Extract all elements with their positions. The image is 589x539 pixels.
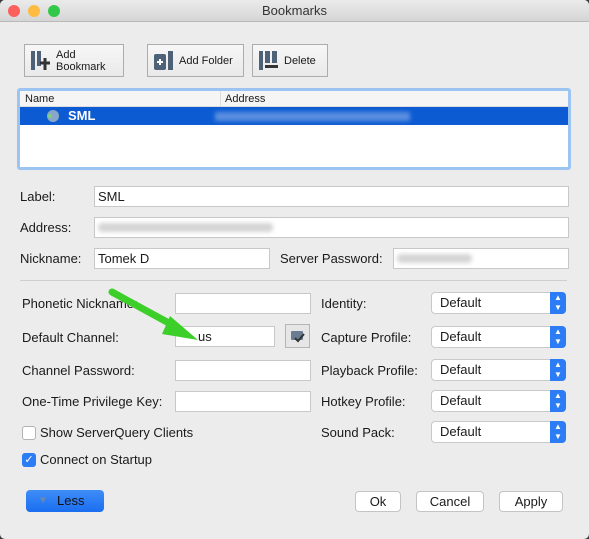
annotation-arrow-icon xyxy=(108,288,198,340)
delete-button[interactable]: Delete xyxy=(252,44,328,77)
capture-profile-label: Capture Profile: xyxy=(321,330,412,345)
identity-label: Identity: xyxy=(321,296,367,311)
stepper-icon: ▲ ▼ xyxy=(550,359,566,381)
hotkey-profile-select[interactable]: Default ▲ ▼ xyxy=(431,390,566,412)
bookmark-list[interactable]: Name Address SML xyxy=(17,88,571,170)
less-button[interactable]: ▼ Less xyxy=(26,490,104,512)
show-serverquery-checkbox[interactable] xyxy=(22,426,36,440)
add-bookmark-icon xyxy=(30,50,52,72)
delete-label: Delete xyxy=(284,54,316,67)
sound-pack-select[interactable]: Default ▲ ▼ xyxy=(431,421,566,443)
list-row[interactable]: SML xyxy=(20,107,568,125)
channel-picker-button[interactable] xyxy=(285,324,310,348)
privilege-key-label: One-Time Privilege Key: xyxy=(22,394,163,409)
server-password-input[interactable] xyxy=(393,248,569,269)
playback-profile-label: Playback Profile: xyxy=(321,363,418,378)
address-input[interactable] xyxy=(94,217,569,238)
column-name[interactable]: Name xyxy=(25,91,54,107)
column-address[interactable]: Address xyxy=(225,91,265,107)
delete-icon xyxy=(258,50,280,72)
stepper-icon: ▲ ▼ xyxy=(550,326,566,348)
add-folder-icon xyxy=(153,50,175,72)
playback-profile-select[interactable]: Default ▲ ▼ xyxy=(431,359,566,381)
add-bookmark-label: Add Bookmark xyxy=(56,48,106,73)
nickname-input[interactable]: Tomek D xyxy=(94,248,270,269)
connect-startup-checkbox[interactable]: ✓ xyxy=(22,453,36,467)
triangle-down-icon: ▼ xyxy=(38,495,48,506)
minimize-button[interactable] xyxy=(28,5,40,17)
bookmarks-window: Bookmarks Add Bookmark Add Folder Delete… xyxy=(0,0,589,539)
apply-button[interactable]: Apply xyxy=(499,491,563,512)
title-bar: Bookmarks xyxy=(0,0,589,22)
hotkey-profile-label: Hotkey Profile: xyxy=(321,394,406,409)
channel-password-input[interactable] xyxy=(175,360,311,381)
channel-check-icon xyxy=(291,331,305,343)
add-bookmark-button[interactable]: Add Bookmark xyxy=(24,44,124,77)
add-folder-button[interactable]: Add Folder xyxy=(147,44,244,77)
server-icon xyxy=(46,109,60,128)
label-input[interactable]: SML xyxy=(94,186,569,207)
list-header: Name Address xyxy=(20,91,568,107)
row-address-blurred xyxy=(215,112,410,121)
row-name: SML xyxy=(68,108,96,123)
label-label: Label: xyxy=(20,189,56,204)
stepper-icon: ▲ ▼ xyxy=(550,421,566,443)
channel-password-label: Channel Password: xyxy=(22,363,135,378)
nickname-label: Nickname: xyxy=(20,251,82,266)
identity-select[interactable]: Default ▲ ▼ xyxy=(431,292,566,314)
connect-startup-label[interactable]: Connect on Startup xyxy=(40,452,152,467)
stepper-icon: ▲ ▼ xyxy=(550,292,566,314)
server-password-label: Server Password: xyxy=(280,251,383,266)
close-button[interactable] xyxy=(8,5,20,17)
sound-pack-label: Sound Pack: xyxy=(321,425,395,440)
address-label: Address: xyxy=(20,220,72,235)
privilege-key-input[interactable] xyxy=(175,391,311,412)
window-title: Bookmarks xyxy=(261,3,328,18)
capture-profile-select[interactable]: Default ▲ ▼ xyxy=(431,326,566,348)
cancel-button[interactable]: Cancel xyxy=(416,491,484,512)
show-serverquery-label[interactable]: Show ServerQuery Clients xyxy=(40,425,193,440)
ok-button[interactable]: Ok xyxy=(355,491,401,512)
stepper-icon: ▲ ▼ xyxy=(550,390,566,412)
zoom-button[interactable] xyxy=(48,5,60,17)
add-folder-label: Add Folder xyxy=(179,54,233,67)
